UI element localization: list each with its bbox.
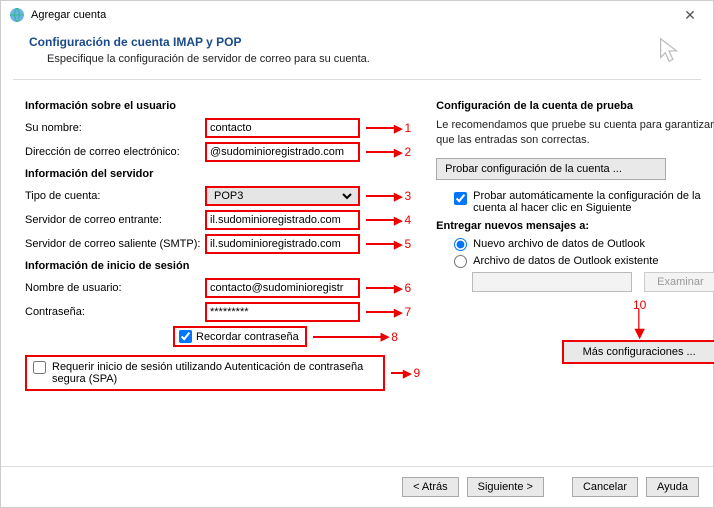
annot-5: 5: [404, 237, 411, 251]
auto-test-label: Probar automáticamente la configuración …: [473, 190, 714, 214]
arrow-icon: ▶: [366, 214, 402, 227]
spa-wrap: Requerir inicio de sesión utilizando Aut…: [25, 355, 385, 391]
cursor-icon: [655, 35, 685, 65]
test-config-button[interactable]: Probar configuración de la cuenta ...: [436, 158, 666, 180]
email-input[interactable]: [210, 146, 355, 158]
arrow-icon: ▶: [366, 238, 402, 251]
browse-button: Examinar: [644, 272, 714, 292]
titlebar: Agregar cuenta ✕: [1, 1, 713, 29]
existing-path-input: [472, 272, 632, 292]
incoming-input[interactable]: [210, 214, 355, 226]
radio-existing-label: Archivo de datos de Outlook existente: [473, 255, 658, 267]
remember-password-checkbox[interactable]: [179, 330, 192, 343]
username-label: Nombre de usuario:: [25, 282, 205, 294]
email-label: Dirección de correo electrónico:: [25, 146, 205, 158]
left-column: Información sobre el usuario Su nombre: …: [25, 94, 420, 395]
radio-existing-file[interactable]: [454, 255, 467, 268]
outgoing-input[interactable]: [210, 238, 355, 250]
account-type-label: Tipo de cuenta:: [25, 190, 205, 202]
dialog-footer: < Atrás Siguiente > Cancelar Ayuda: [1, 466, 713, 507]
more-settings-button[interactable]: Más configuraciones ...: [562, 340, 714, 364]
section-deliver: Entregar nuevos mensajes a:: [436, 220, 714, 232]
incoming-field[interactable]: [205, 210, 360, 230]
name-field[interactable]: [205, 118, 360, 138]
test-note: Le recomendamos que pruebe su cuenta par…: [436, 118, 714, 148]
header-title: Configuración de cuenta IMAP y POP: [29, 35, 370, 49]
password-input[interactable]: [210, 306, 355, 318]
account-type-select[interactable]: POP3: [210, 189, 355, 203]
arrow-icon: ▶: [366, 306, 402, 319]
incoming-label: Servidor de correo entrante:: [25, 214, 205, 226]
next-button[interactable]: Siguiente >: [467, 477, 544, 497]
arrow-icon: ▶: [313, 330, 389, 343]
annot-6: 6: [404, 281, 411, 295]
arrow-icon: ▶: [366, 282, 402, 295]
header-subtitle: Especifique la configuración de servidor…: [47, 53, 370, 65]
window-title: Agregar cuenta: [31, 9, 106, 21]
remember-password-wrap: Recordar contraseña: [173, 326, 307, 347]
arrow-icon: ▶: [366, 146, 402, 159]
annot-8: 8: [391, 330, 398, 344]
help-button[interactable]: Ayuda: [646, 477, 699, 497]
name-input[interactable]: [210, 122, 355, 134]
password-field[interactable]: [205, 302, 360, 322]
annot-10-wrap: 10 │▼: [563, 298, 714, 341]
username-field[interactable]: [205, 278, 360, 298]
annot-2: 2: [404, 145, 411, 159]
close-icon[interactable]: ✕: [675, 7, 705, 24]
section-server-info: Información del servidor: [25, 168, 420, 180]
spa-label: Requerir inicio de sesión utilizando Aut…: [52, 361, 377, 385]
auto-test-checkbox[interactable]: [454, 192, 467, 205]
password-label: Contraseña:: [25, 306, 205, 318]
arrow-icon: ▶: [391, 367, 411, 380]
section-user-info: Información sobre el usuario: [25, 100, 420, 112]
annot-9: 9: [413, 366, 420, 380]
arrow-down-icon: │▼: [563, 312, 714, 341]
annot-1: 1: [404, 121, 411, 135]
section-login-info: Información de inicio de sesión: [25, 260, 420, 272]
email-field[interactable]: [205, 142, 360, 162]
cancel-button[interactable]: Cancelar: [572, 477, 638, 497]
arrow-icon: ▶: [366, 190, 402, 203]
account-type-field[interactable]: POP3: [205, 186, 360, 206]
arrow-icon: ▶: [366, 122, 402, 135]
name-label: Su nombre:: [25, 122, 205, 134]
annot-4: 4: [404, 213, 411, 227]
spa-checkbox[interactable]: [33, 361, 46, 374]
right-column: Configuración de la cuenta de prueba Le …: [436, 94, 714, 395]
annot-3: 3: [404, 189, 411, 203]
radio-new-file[interactable]: [454, 238, 467, 251]
dialog-header: Configuración de cuenta IMAP y POP Espec…: [1, 29, 713, 79]
back-button[interactable]: < Atrás: [402, 477, 459, 497]
section-test: Configuración de la cuenta de prueba: [436, 100, 714, 112]
outgoing-field[interactable]: [205, 234, 360, 254]
globe-icon: [9, 7, 25, 23]
annot-7: 7: [404, 305, 411, 319]
username-input[interactable]: [210, 282, 355, 294]
outgoing-label: Servidor de correo saliente (SMTP):: [25, 238, 205, 250]
radio-new-label: Nuevo archivo de datos de Outlook: [473, 238, 645, 250]
remember-password-label: Recordar contraseña: [196, 331, 299, 343]
